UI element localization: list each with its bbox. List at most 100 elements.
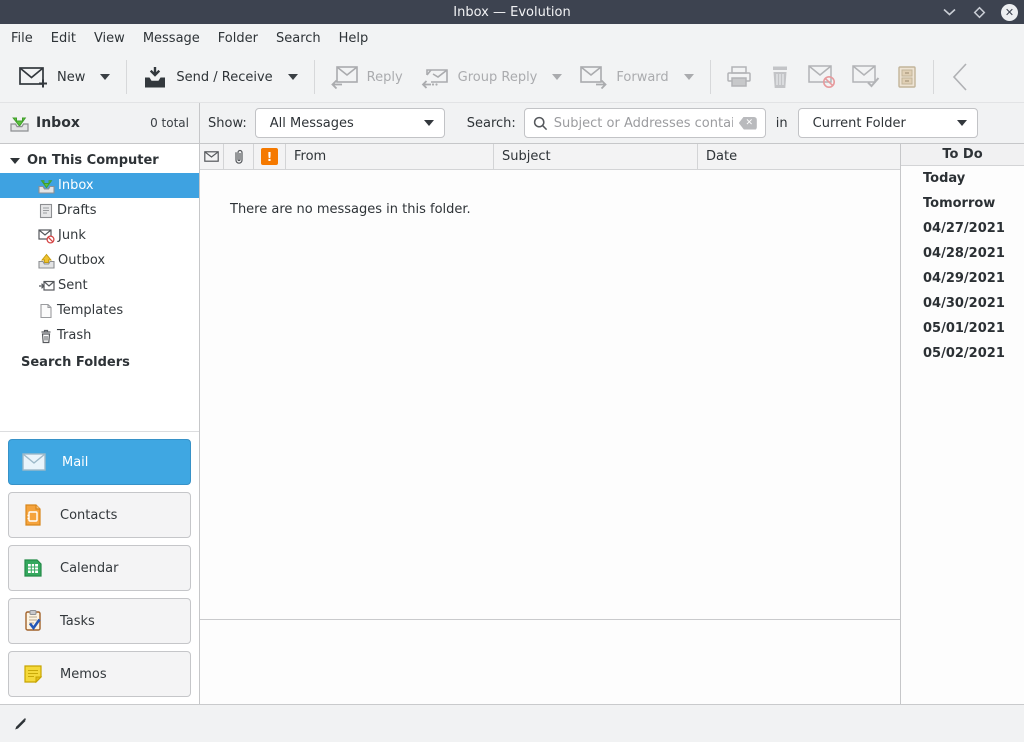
show-label: Show: [208,116,247,131]
back-icon [949,62,971,92]
minimize-icon[interactable] [941,4,957,20]
todo-item-date[interactable]: 05/02/2021 [901,341,1024,366]
switcher-contacts-button[interactable]: Contacts [8,492,191,538]
mark-not-junk-button[interactable] [844,59,888,95]
folder-label: Trash [57,328,91,343]
switcher-memos-button[interactable]: Memos [8,651,191,697]
print-button[interactable] [718,59,760,95]
evolution-window: Inbox — Evolution ✕ File Edit View Messa… [0,0,1024,742]
message-count: 0 total [150,116,189,130]
reply-label: Reply [367,70,403,85]
send-receive-button[interactable]: Send / Receive [134,59,306,96]
forward-button[interactable]: Forward [571,59,702,96]
toolbar: New Send / Receive Re [0,52,1024,103]
archive-button[interactable] [888,59,926,95]
menu-search[interactable]: Search [267,27,330,50]
delete-icon [768,65,792,90]
sidebar-item-trash[interactable]: Trash [0,323,199,348]
todo-item-date[interactable]: 04/28/2021 [901,241,1024,266]
menu-help[interactable]: Help [330,27,378,50]
send-receive-icon [143,66,167,89]
todo-item-date[interactable]: 04/30/2021 [901,291,1024,316]
menu-view[interactable]: View [85,27,134,50]
sidebar-item-outbox[interactable]: Outbox [0,248,199,273]
menu-message[interactable]: Message [134,27,209,50]
send-receive-dropdown-icon[interactable] [288,74,298,80]
switcher-calendar-button[interactable]: Calendar [8,545,191,591]
reply-button[interactable]: Reply [322,59,412,96]
status-envelope-icon [204,151,219,162]
outbox-icon [38,253,55,269]
attachment-icon [234,149,244,165]
clear-search-icon[interactable]: ✕ [739,117,757,130]
switcher-label: Memos [60,667,107,682]
todo-panel: To Do Today Tomorrow 04/27/2021 04/28/20… [900,144,1024,704]
preview-pane[interactable] [200,620,900,704]
delete-button[interactable] [760,59,800,96]
inbox-icon [10,115,29,132]
empty-folder-message: There are no messages in this folder. [230,202,471,217]
column-status[interactable] [200,144,224,170]
column-attachment[interactable] [224,144,254,170]
tree-root-search-folders[interactable]: Search Folders [0,348,199,377]
mark-junk-button[interactable] [800,59,844,95]
group-reply-dropdown-icon[interactable] [552,74,562,80]
sent-icon [38,278,55,294]
expander-icon[interactable] [10,158,20,164]
column-important[interactable]: ! [254,144,286,170]
forward-icon [580,66,607,89]
todo-item-today[interactable]: Today [901,166,1024,191]
archive-icon [896,65,918,89]
new-dropdown-icon[interactable] [100,74,110,80]
new-mail-icon [19,66,48,88]
sidebar-item-drafts[interactable]: Drafts [0,198,199,223]
todo-item-date[interactable]: 05/01/2021 [901,316,1024,341]
tree-root-label: On This Computer [27,153,159,168]
sidebar-item-inbox[interactable]: Inbox [0,173,199,198]
chevron-down-icon [424,120,434,126]
sidebar-item-templates[interactable]: Templates [0,298,199,323]
menu-edit[interactable]: Edit [42,27,85,50]
in-label: in [774,116,790,131]
menu-file[interactable]: File [2,27,42,50]
todo-item-date[interactable]: 04/27/2021 [901,216,1024,241]
search-box: ✕ [524,108,766,138]
message-list-body[interactable]: There are no messages in this folder. [200,170,900,620]
search-input[interactable] [554,116,733,131]
inbox-icon [38,178,55,194]
switcher-label: Tasks [60,614,95,629]
maximize-icon[interactable] [971,4,987,20]
sidebar-item-sent[interactable]: Sent [0,273,199,298]
forward-dropdown-icon[interactable] [684,74,694,80]
column-subject[interactable]: Subject [494,144,698,170]
menu-folder[interactable]: Folder [209,27,267,50]
folder-label: Sent [58,278,88,293]
back-button[interactable] [941,56,979,98]
todo-item-tomorrow[interactable]: Tomorrow [901,191,1024,216]
group-reply-label: Group Reply [458,70,538,85]
send-receive-label: Send / Receive [176,70,272,85]
reply-icon [331,66,358,89]
show-filter-value: All Messages [270,116,408,131]
new-button[interactable]: New [10,59,119,95]
message-list-header: ! From Subject Date [200,144,900,170]
titlebar: Inbox — Evolution ✕ [0,0,1024,24]
window-title: Inbox — Evolution [0,5,1024,20]
current-folder-name: Inbox [36,115,80,131]
sidebar-item-junk[interactable]: Junk [0,223,199,248]
search-scope-dropdown[interactable]: Current Folder [798,108,978,138]
mark-junk-icon [808,65,836,89]
templates-icon [38,303,54,319]
close-icon[interactable]: ✕ [1001,4,1018,21]
todo-item-date[interactable]: 04/29/2021 [901,266,1024,291]
switcher-mail-button[interactable]: Mail [8,439,191,485]
column-date[interactable]: Date [698,144,900,170]
group-reply-icon [421,66,449,89]
separator [314,60,315,94]
column-from[interactable]: From [286,144,494,170]
show-filter-dropdown[interactable]: All Messages [255,108,445,138]
tree-root-on-this-computer[interactable]: On This Computer [0,148,199,173]
statusbar [0,704,1024,742]
switcher-tasks-button[interactable]: Tasks [8,598,191,644]
group-reply-button[interactable]: Group Reply [412,59,572,96]
